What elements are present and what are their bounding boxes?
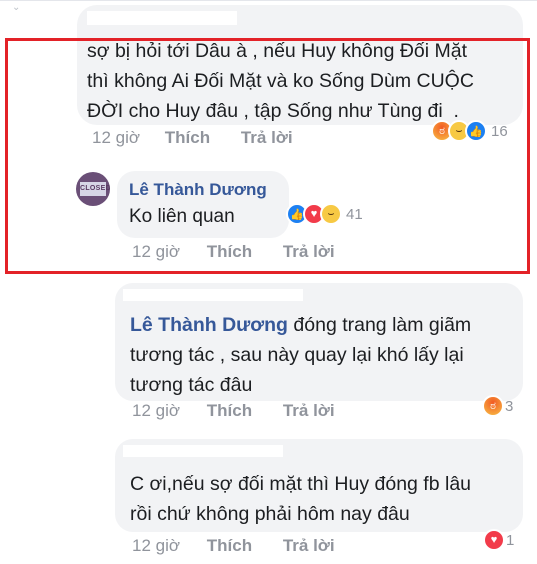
comment-text-line: C ơi,nếu sợ đối mặt thì Huy đóng fb lâu [130,473,472,495]
redacted-author [87,11,237,25]
comment-bubble: Lê Thành Dương đóng trang làm giãm tương… [115,283,523,401]
comment-text-line: tương tác đâu [130,374,253,396]
like-link[interactable]: Thích [207,536,252,555]
comment-meta: 12 giờ Thích Trả lời [132,401,335,421]
reaction-summary[interactable]: ♥ 1 [483,529,514,551]
comment-text-line: tương tác , sau này quay lại khó lấy lại [130,344,464,366]
reply-link[interactable]: Trả lời [283,536,335,555]
redacted-author [123,289,303,301]
comment-text-line: rồi chứ không phải hôm nay đâu [130,503,410,525]
reaction-count: 3 [505,397,514,415]
comment-author[interactable]: Lê Thành Dương [130,314,288,336]
top-chevron-icon[interactable]: ⌄ [12,2,20,13]
like-link[interactable]: Thích [207,401,252,420]
reaction-count: 1 [506,531,515,549]
comment-text-first: đóng trang làm giãm [293,314,472,336]
reply-link[interactable]: Trả lời [283,401,335,420]
redacted-author [123,445,283,457]
top-divider [0,0,537,1]
angry-reaction-icon: ಠ [482,395,504,417]
comment-time[interactable]: 12 giờ [132,536,180,555]
love-reaction-icon: ♥ [483,529,505,551]
comment-bubble: C ơi,nếu sợ đối mặt thì Huy đóng fb lâu … [115,439,523,532]
comment-meta: 12 giờ Thích Trả lời [132,536,335,556]
comment-text-line: Lê Thành Dương đóng trang làm giãm [130,310,471,341]
reaction-summary[interactable]: ಠ 3 [482,395,513,417]
comment-time[interactable]: 12 giờ [132,401,180,420]
highlight-box [5,38,530,274]
